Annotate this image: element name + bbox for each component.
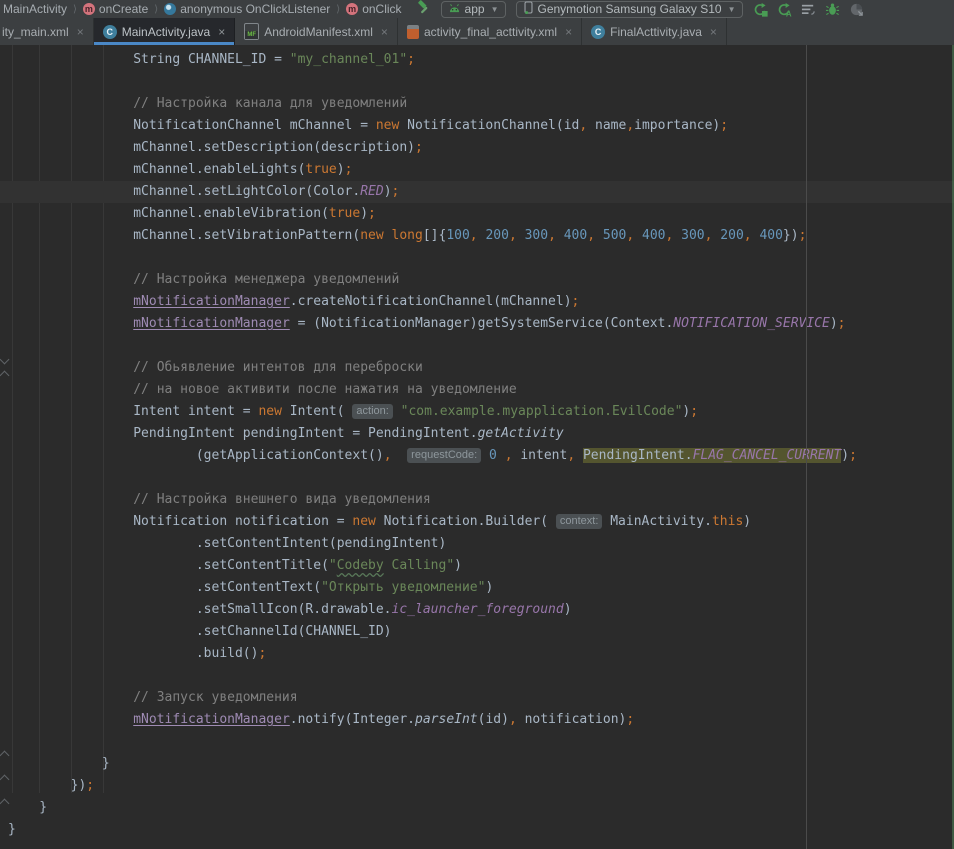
code-line: .setContentIntent(pendingIntent) [8, 533, 954, 555]
breadcrumb: MainActivity ⟩ m onCreate ⟩ anonymous OnClick… [3, 2, 402, 16]
build-hammer-icon[interactable] [416, 0, 431, 18]
chevron-down-icon: ▼ [491, 5, 499, 14]
code-line: mNotificationManager = (NotificationMana… [8, 313, 954, 335]
apply-changes-restart-icon[interactable] [753, 2, 768, 17]
code-line: .setContentTitle("Codeby Calling") [8, 555, 954, 577]
code-line [8, 247, 954, 269]
code-line: .setChannelId(CHANNEL_ID) [8, 621, 954, 643]
code-area: String CHANNEL_ID = "my_channel_01"; // … [0, 45, 954, 841]
code-line: mChannel.enableVibration(true); [8, 203, 954, 225]
breadcrumb-separator-icon: ⟩ [153, 4, 159, 15]
run-config-label: app [465, 2, 485, 16]
tab-finalacttivity-java[interactable]: C FinalActtivity.java × [582, 18, 727, 45]
code-line: } [8, 797, 954, 819]
tab-label: AndroidManifest.xml [264, 25, 373, 39]
tab-activity-final-acttivity-xml[interactable]: activity_final_acttivity.xml × [398, 18, 582, 45]
breadcrumb-label: onCreate [99, 2, 148, 16]
breadcrumb-label: onClick [362, 2, 401, 16]
code-line: } [8, 753, 954, 775]
xml-file-icon [407, 25, 419, 39]
code-line [8, 731, 954, 753]
code-line: .build(); [8, 643, 954, 665]
code-line: // Настройка внешнего вида уведомления [8, 489, 954, 511]
code-line: mChannel.enableLights(true); [8, 159, 954, 181]
breadcrumb-separator-icon: ⟩ [72, 4, 78, 15]
code-line: NotificationChannel mChannel = new Notif… [8, 115, 954, 137]
code-line: mNotificationManager.notify(Integer.pars… [8, 709, 954, 731]
main-toolbar: MainActivity ⟩ m onCreate ⟩ anonymous OnClick… [0, 0, 954, 18]
code-line: }); [8, 775, 954, 797]
close-icon[interactable]: × [710, 25, 717, 39]
code-line: // на новое активити после нажатия на ув… [8, 379, 954, 401]
breadcrumb-label: anonymous OnClickListener [180, 2, 330, 16]
attach-debugger-icon[interactable] [825, 2, 840, 17]
code-line: // Настройка канала для уведомлений [8, 93, 954, 115]
device-select[interactable]: Genymotion Samsung Galaxy S10 ▼ [516, 1, 743, 18]
code-line: // Настройка менеджера уведомлений [8, 269, 954, 291]
breadcrumb-item[interactable]: m onCreate [83, 2, 148, 16]
close-icon[interactable]: × [565, 25, 572, 39]
android-icon [448, 2, 461, 16]
manifest-file-icon: MF [244, 23, 259, 40]
code-editor[interactable]: String CHANNEL_ID = "my_channel_01"; // … [0, 45, 954, 849]
java-class-icon: C [103, 25, 117, 39]
tab-mainactivity-java[interactable]: C MainActivity.java × [94, 18, 236, 45]
code-line: mChannel.setLightColor(Color.RED); [8, 181, 954, 203]
breadcrumb-item[interactable]: MainActivity [3, 2, 67, 16]
tab-label: FinalActtivity.java [610, 25, 702, 39]
tab-label: activity_final_acttivity.xml [424, 25, 557, 39]
code-line: // Обьявление интентов для переброски [8, 357, 954, 379]
code-line: mChannel.setVibrationPattern(new long[]{… [8, 225, 954, 247]
lines-with-arrow-icon[interactable] [801, 2, 816, 17]
code-line: Intent intent = new Intent( action: "com… [8, 401, 954, 423]
apply-code-changes-icon[interactable]: A [777, 2, 792, 17]
code-line: } [8, 819, 954, 841]
anonymous-class-icon [164, 3, 176, 15]
code-line: mNotificationManager.createNotificationC… [8, 291, 954, 313]
code-line: mChannel.setDescription(description); [8, 137, 954, 159]
code-line [8, 467, 954, 489]
tab-label: MainActivity.java [122, 25, 210, 39]
run-config-select[interactable]: app ▼ [441, 1, 506, 18]
code-line: Notification notification = new Notifica… [8, 511, 954, 533]
java-class-icon: C [591, 25, 605, 39]
code-line: .setContentText("Открыть уведомление") [8, 577, 954, 599]
breadcrumb-label: MainActivity [3, 2, 67, 16]
close-icon[interactable]: × [77, 25, 84, 39]
svg-text:A: A [785, 9, 791, 17]
code-line: PendingIntent pendingIntent = PendingInt… [8, 423, 954, 445]
code-line [8, 665, 954, 687]
profiler-icon[interactable] [849, 2, 864, 17]
code-line: String CHANNEL_ID = "my_channel_01"; [8, 49, 954, 71]
tab-ity-main-xml[interactable]: ity_main.xml × [0, 18, 94, 45]
code-line: // Запуск уведомления [8, 687, 954, 709]
method-icon: m [83, 3, 95, 15]
tab-androidmanifest-xml[interactable]: MF AndroidManifest.xml × [235, 18, 398, 45]
method-icon: m [346, 3, 358, 15]
device-label: Genymotion Samsung Galaxy S10 [538, 2, 722, 16]
code-line [8, 71, 954, 93]
editor-tab-bar: ity_main.xml × C MainActivity.java × MF Androi… [0, 18, 954, 45]
close-icon[interactable]: × [218, 25, 225, 39]
tab-label: ity_main.xml [2, 25, 69, 39]
breadcrumb-item[interactable]: m onClick [346, 2, 401, 16]
code-line: .setSmallIcon(R.drawable.ic_launcher_for… [8, 599, 954, 621]
phone-icon [523, 1, 534, 17]
breadcrumb-item[interactable]: anonymous OnClickListener [164, 2, 330, 16]
close-icon[interactable]: × [381, 25, 388, 39]
breadcrumb-separator-icon: ⟩ [335, 4, 341, 15]
code-line: (getApplicationContext(), requestCode: 0… [8, 445, 954, 467]
right-margin-guide [806, 45, 807, 849]
chevron-down-icon: ▼ [728, 5, 736, 14]
toolbar-actions: A [753, 2, 864, 17]
code-line [8, 335, 954, 357]
